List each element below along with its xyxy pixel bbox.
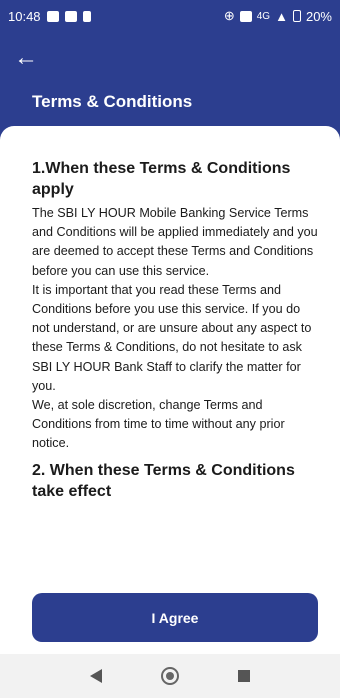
back-arrow-icon[interactable]: ← [14, 46, 38, 70]
video-notification-icon [64, 10, 77, 22]
section-1-paragraph-3: We, at sole discretion, change Terms and… [32, 398, 285, 451]
nav-home-icon[interactable] [160, 667, 179, 685]
section-1-paragraph-2: It is important that you read these Term… [32, 282, 312, 393]
app-bar: ← Terms & Conditions [0, 32, 340, 126]
section-1-paragraph-1: The SBI LY HOUR Mobile Banking Service T… [32, 206, 318, 278]
status-time: 10:48 [8, 8, 41, 24]
section-2-heading: 2. When these Terms & Conditions take ef… [32, 461, 295, 500]
terms-content: 1.When these Terms & Conditions apply Th… [32, 158, 318, 506]
status-bar: 10:48 ⊕ 4G ▲ 20% [0, 0, 340, 32]
system-navigation-bar [0, 654, 340, 698]
lock-notification-icon [82, 10, 91, 22]
signal-icon: ▲ [275, 8, 288, 24]
section-1-heading: 1.When these Terms & Conditions apply [32, 160, 291, 198]
wifi-calling-icon [239, 10, 252, 22]
battery-level: 20% [305, 8, 332, 24]
gallery-notification-icon [46, 10, 59, 22]
vibrate-icon: ⊕ [223, 8, 235, 23]
nav-recent-apps-icon[interactable] [238, 670, 251, 682]
terms-card[interactable]: 1.When these Terms & Conditions apply Th… [0, 126, 340, 654]
battery-icon [292, 10, 301, 22]
page-title: Terms & Conditions [32, 92, 193, 111]
nav-back-icon[interactable] [89, 669, 102, 683]
network-type: 4G [256, 10, 271, 22]
agree-button[interactable]: I Agree [32, 593, 318, 642]
